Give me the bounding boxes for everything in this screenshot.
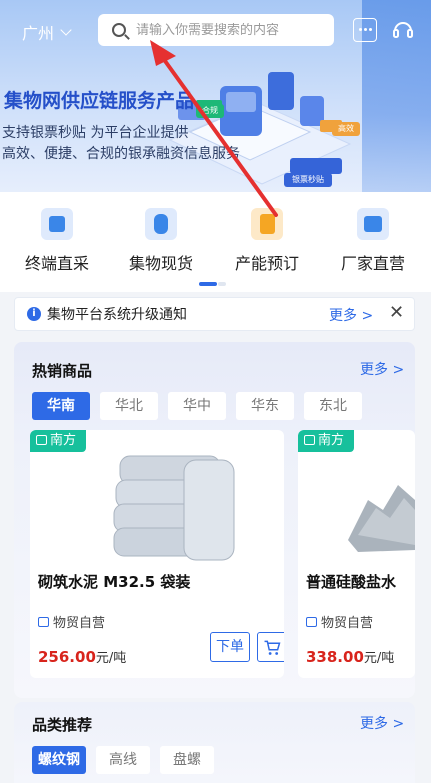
tab-category[interactable]: 螺纹钢 bbox=[32, 746, 86, 774]
search-input[interactable] bbox=[136, 22, 316, 38]
tab-category[interactable]: 高线 bbox=[96, 746, 150, 774]
section-title: 品类推荐 bbox=[32, 716, 93, 734]
banner-badge: 高效 bbox=[332, 122, 360, 136]
store-icon bbox=[36, 435, 47, 445]
quick-nav-label: 终端直采 bbox=[24, 254, 89, 273]
region-tag: 南方 bbox=[298, 430, 354, 452]
order-button[interactable]: 下单 bbox=[210, 632, 250, 662]
region-tag-label: 南方 bbox=[50, 433, 77, 448]
shop-icon bbox=[306, 616, 317, 627]
category-tabs: 螺纹钢 高线 盘螺 bbox=[32, 746, 214, 774]
banner-badge: 合规 bbox=[196, 104, 224, 118]
cart-icon[interactable] bbox=[257, 632, 284, 662]
category-more-link[interactable]: 更多 > bbox=[360, 713, 404, 733]
self-operated-text: 物贸自营 bbox=[321, 616, 374, 631]
search-bar[interactable] bbox=[98, 14, 334, 46]
shop-icon bbox=[38, 616, 49, 627]
notice-text[interactable]: 集物平台系统升级通知 bbox=[47, 304, 187, 324]
product-name: 砌筑水泥 M32.5 袋装 bbox=[38, 573, 191, 591]
tab-region[interactable]: 华北 bbox=[100, 392, 158, 420]
product-price: 256.00元/吨 bbox=[38, 647, 126, 666]
region-tabs: 华南 华北 华中 华东 东北 bbox=[32, 392, 362, 420]
search-icon bbox=[112, 23, 126, 37]
banner-subtitle: 高效、便捷、合规的银承融资信息服务 bbox=[2, 146, 240, 162]
hot-sale-section: 热销商品 更多 > 华南 华北 华中 华东 东北 南方 砌筑水泥 M32.5 袋… bbox=[14, 342, 415, 698]
chevron-down-icon bbox=[60, 24, 72, 36]
self-operated-text: 物贸自营 bbox=[53, 616, 106, 631]
self-operated-label: 物贸自营 bbox=[38, 612, 105, 631]
pager-indicator bbox=[218, 282, 226, 286]
tab-category[interactable]: 盘螺 bbox=[160, 746, 214, 774]
banner-title: 集物网供应链服务产品 bbox=[4, 90, 195, 112]
message-icon[interactable] bbox=[353, 18, 377, 42]
pager-indicator-active bbox=[199, 282, 217, 286]
quick-nav-label: 集物现货 bbox=[128, 254, 193, 273]
cart-box-icon bbox=[41, 208, 73, 240]
quick-nav: 终端直采 集物现货 产能预订 厂家直营 bbox=[0, 192, 431, 292]
product-image bbox=[348, 485, 415, 552]
city-selector[interactable]: 广州 bbox=[22, 20, 72, 44]
info-icon: i bbox=[27, 307, 41, 321]
notice-more-link[interactable]: 更多 > bbox=[329, 305, 373, 325]
quick-nav-item-terminal-purchase[interactable]: 终端直采 bbox=[12, 208, 102, 274]
region-tag: 南方 bbox=[30, 430, 86, 452]
customer-service-icon[interactable] bbox=[391, 18, 415, 42]
price-value: 256.00 bbox=[38, 648, 96, 666]
product-image bbox=[113, 455, 235, 561]
category-section: 品类推荐 更多 > 螺纹钢 高线 盘螺 bbox=[14, 702, 415, 783]
section-title: 热销商品 bbox=[32, 362, 93, 380]
notice-bar[interactable]: i 集物平台系统升级通知 更多 > ✕ bbox=[14, 297, 415, 331]
store-icon bbox=[304, 435, 315, 445]
region-tag-label: 南方 bbox=[318, 433, 345, 448]
quick-nav-item-capacity-booking[interactable]: 产能预订 bbox=[222, 208, 312, 274]
price-unit: 元/吨 bbox=[363, 651, 395, 666]
hot-sale-more-link[interactable]: 更多 > bbox=[360, 359, 404, 379]
document-icon bbox=[251, 208, 283, 240]
tab-region[interactable]: 华南 bbox=[32, 392, 90, 420]
product-card[interactable]: 南方 砌筑水泥 M32.5 袋装 物贸自营 256.00元/吨 下单 bbox=[30, 430, 284, 678]
product-name: 普通硅酸盐水 bbox=[306, 573, 397, 591]
tab-region[interactable]: 华中 bbox=[168, 392, 226, 420]
quick-nav-label: 厂家直营 bbox=[340, 254, 405, 273]
tab-region[interactable]: 东北 bbox=[304, 392, 362, 420]
app-screen: 广州 集物网供应链服务产品 支持银票秒贴 为平台企业提供 高效、便捷、合规的银承… bbox=[0, 0, 431, 783]
database-icon bbox=[145, 208, 177, 240]
quick-nav-item-factory-direct[interactable]: 厂家直营 bbox=[328, 208, 418, 274]
close-icon[interactable]: ✕ bbox=[389, 302, 404, 323]
price-value: 338.00 bbox=[306, 648, 364, 666]
self-operated-label: 物贸自营 bbox=[306, 612, 373, 631]
product-card[interactable]: 南方 普通硅酸盐水 物贸自营 338.00元/吨 bbox=[298, 430, 415, 678]
product-price: 338.00元/吨 bbox=[306, 647, 394, 666]
quick-nav-item-spot-goods[interactable]: 集物现货 bbox=[116, 208, 206, 274]
banner[interactable]: 广州 集物网供应链服务产品 支持银票秒贴 为平台企业提供 高效、便捷、合规的银承… bbox=[0, 0, 431, 192]
tab-region[interactable]: 华东 bbox=[236, 392, 294, 420]
banner-subtitle: 支持银票秒贴 为平台企业提供 bbox=[2, 125, 189, 141]
price-unit: 元/吨 bbox=[95, 651, 127, 666]
inbox-icon bbox=[357, 208, 389, 240]
quick-nav-label: 产能预订 bbox=[234, 254, 299, 273]
banner-badge: 银票秒贴 bbox=[284, 173, 332, 187]
city-label: 广州 bbox=[22, 24, 55, 43]
